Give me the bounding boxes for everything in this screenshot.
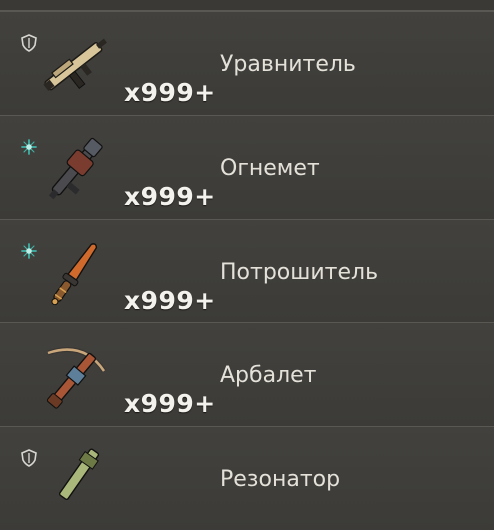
item-name: Огнемет [220, 156, 320, 181]
list-item-rezonator[interactable]: Резонатор [0, 426, 494, 530]
resonator-icon [58, 448, 100, 500]
item-count: x999+ [124, 78, 216, 107]
weapon-list: x999+ Уравнитель x999+ Огнемет x999+ Пот… [0, 0, 494, 530]
item-name: Резонатор [220, 467, 341, 492]
item-count: x999+ [124, 182, 216, 211]
list-item-arbalet[interactable]: x999+ Арбалет [0, 322, 494, 426]
list-item-ravnitel[interactable]: x999+ Уравнитель [0, 11, 494, 115]
flamethrower-icon [48, 137, 103, 200]
item-count: x999+ [124, 286, 216, 315]
rifle-icon [43, 38, 107, 91]
crossbow-icon [46, 347, 107, 409]
list-top-edge [0, 0, 494, 11]
item-name: Потрошитель [220, 260, 379, 285]
list-item-potroshitel[interactable]: x999+ Потрошитель [0, 219, 494, 323]
knife-icon [51, 243, 98, 306]
item-count: x999+ [124, 389, 216, 418]
list-item-ognemet[interactable]: x999+ Огнемет [0, 115, 494, 219]
item-name: Арбалет [220, 363, 317, 388]
item-name: Уравнитель [220, 52, 356, 77]
